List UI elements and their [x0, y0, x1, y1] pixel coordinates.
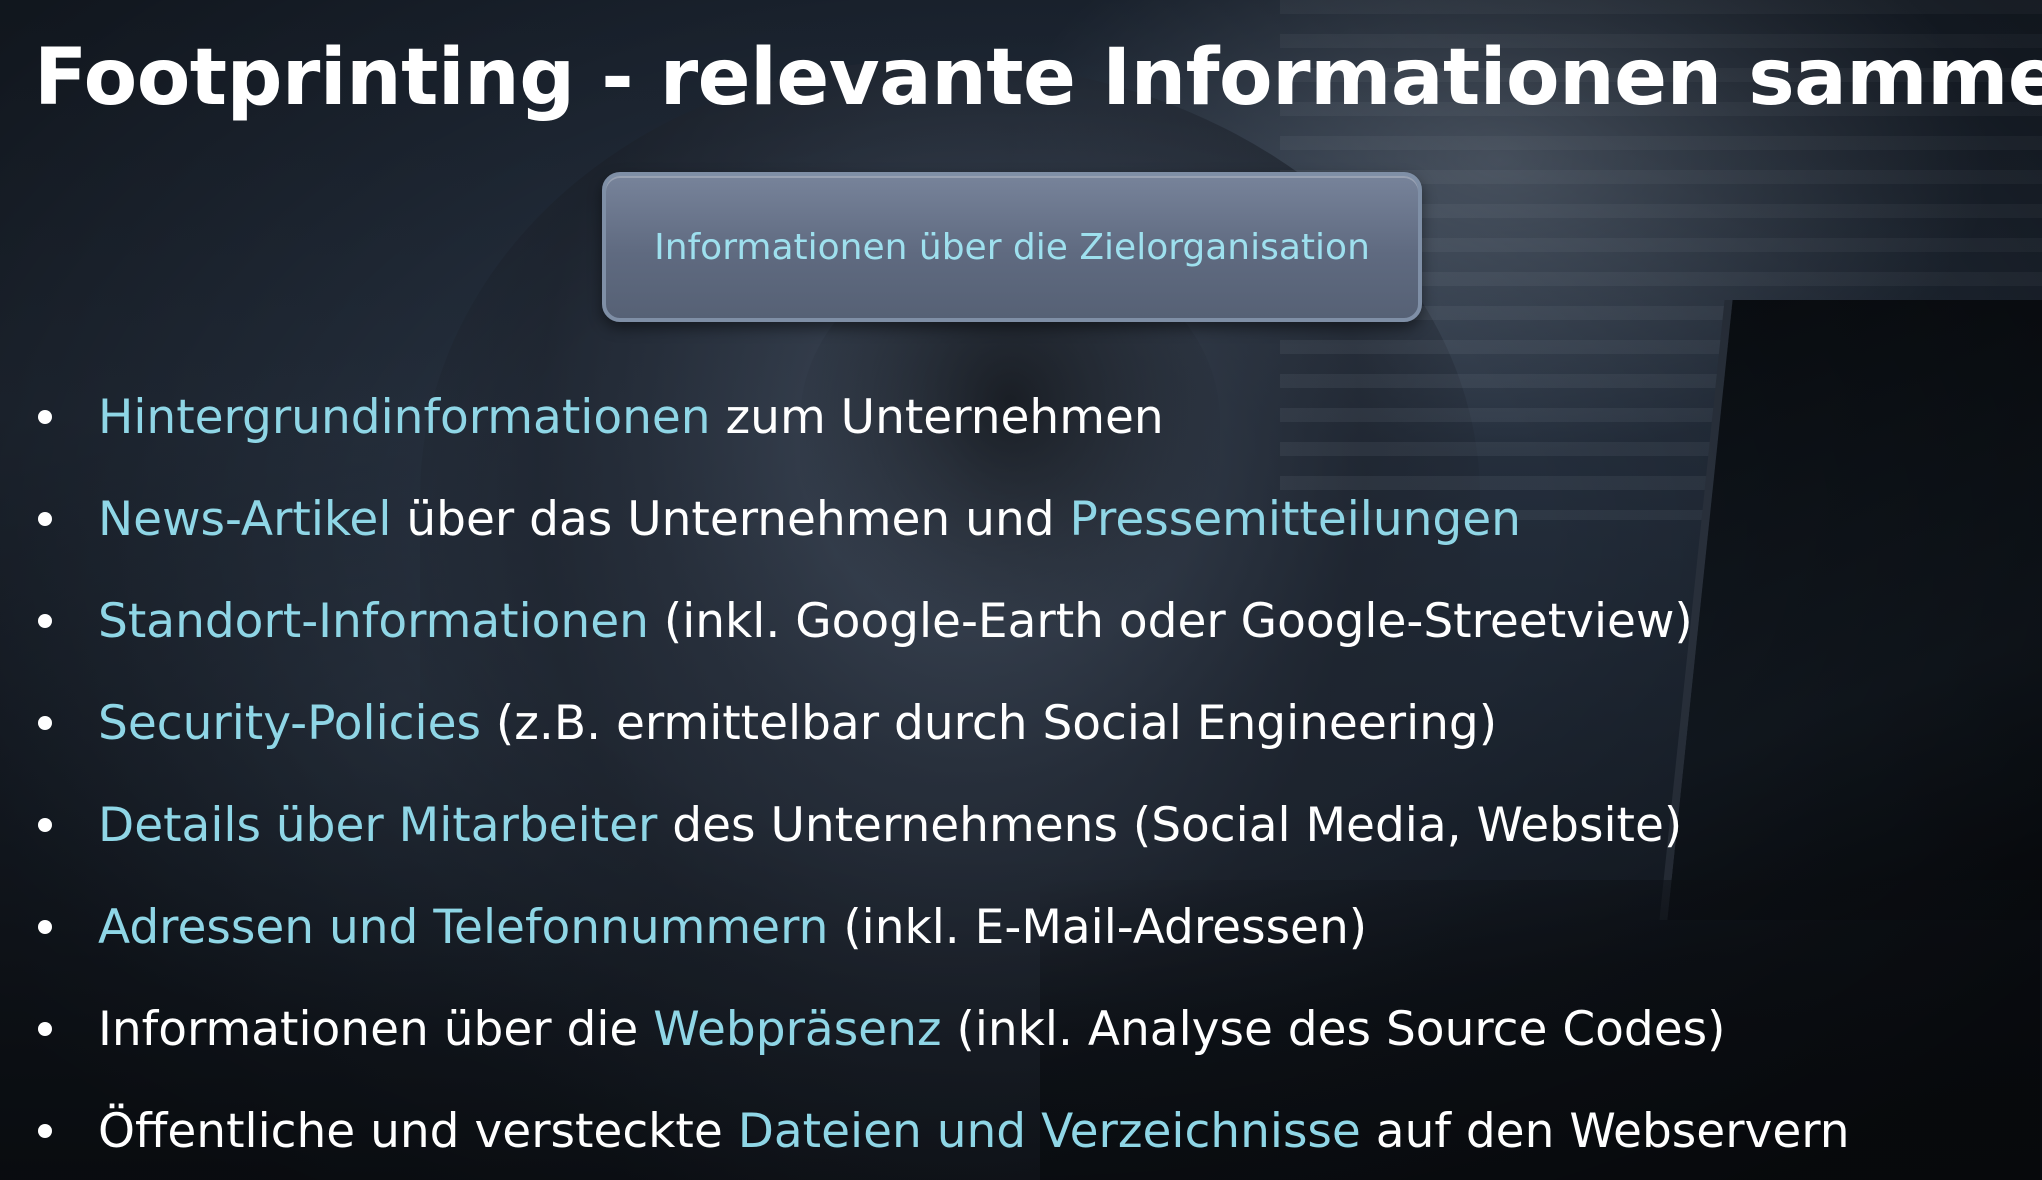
bullet-dot-icon	[38, 410, 52, 424]
highlighted-term: Hintergrundinformationen	[98, 389, 711, 445]
bullet-dot-icon	[38, 512, 52, 526]
bullet-text-segment: (inkl. Analyse des Source Codes)	[941, 1001, 1726, 1057]
bullet-item: News-Artikel über das Unternehmen und Pr…	[38, 468, 1850, 570]
bullet-text: Öffentliche und versteckte Dateien und V…	[98, 1104, 1850, 1159]
highlighted-term: Webpräsenz	[653, 1001, 942, 1057]
bullet-text: News-Artikel über das Unternehmen und Pr…	[98, 492, 1521, 547]
bullet-dot-icon	[38, 920, 52, 934]
bullet-item: Security-Policies (z.B. ermittelbar durc…	[38, 672, 1850, 774]
slide-title: Footprinting - relevante Informationen s…	[34, 33, 2042, 123]
bullet-text: Adressen und Telefonnummern (inkl. E-Mai…	[98, 900, 1367, 955]
bullet-text-segment: (z.B. ermittelbar durch Social Engineeri…	[480, 695, 1498, 751]
bullet-text: Security-Policies (z.B. ermittelbar durc…	[98, 696, 1497, 751]
bullet-text-segment: auf den Webservern	[1360, 1103, 1850, 1159]
highlighted-term: Standort-Informationen	[98, 593, 649, 649]
bullet-dot-icon	[38, 716, 52, 730]
bullet-dot-icon	[38, 818, 52, 832]
bullet-text-segment: über das Unternehmen und	[391, 491, 1070, 547]
bullet-dot-icon	[38, 1022, 52, 1036]
bullet-text-segment: des Unternehmens (Social Media, Website)	[657, 797, 1683, 853]
highlighted-term: Adressen und Telefonnummern	[98, 899, 829, 955]
bullet-text: Hintergrundinformationen zum Unternehmen	[98, 390, 1164, 445]
bullet-text-segment: Informationen über die	[98, 1001, 654, 1057]
bullet-item: Details über Mitarbeiter des Unternehmen…	[38, 774, 1850, 876]
highlighted-term: Dateien und Verzeichnisse	[737, 1103, 1361, 1159]
highlighted-term: Details über Mitarbeiter	[98, 797, 658, 853]
highlighted-term: News-Artikel	[98, 491, 392, 547]
bullet-dot-icon	[38, 614, 52, 628]
highlighted-term: Security-Policies	[98, 695, 481, 751]
bullet-text-segment: (inkl. Google-Earth oder Google-Streetvi…	[648, 593, 1693, 649]
bullet-text: Standort-Informationen (inkl. Google-Ear…	[98, 594, 1693, 649]
bullet-text: Informationen über die Webpräsenz (inkl.…	[98, 1002, 1726, 1057]
bullet-text-segment: Öffentliche und versteckte	[98, 1103, 738, 1159]
highlighted-term: Pressemitteilungen	[1069, 491, 1521, 547]
bullet-item: Informationen über die Webpräsenz (inkl.…	[38, 978, 1850, 1080]
bullet-text-segment: (inkl. E-Mail-Adressen)	[828, 899, 1368, 955]
bullet-list: Hintergrundinformationen zum Unternehmen…	[38, 366, 1850, 1180]
bullet-dot-icon	[38, 1124, 52, 1138]
bullet-text: Details über Mitarbeiter des Unternehmen…	[98, 798, 1682, 853]
bullet-item: Standort-Informationen (inkl. Google-Ear…	[38, 570, 1850, 672]
bullet-text-segment: zum Unternehmen	[710, 389, 1164, 445]
presentation-slide: Footprinting - relevante Informationen s…	[0, 0, 2042, 1180]
bullet-item: Hintergrundinformationen zum Unternehmen	[38, 366, 1850, 468]
topic-box-label: Informationen über die Zielorganisation	[654, 226, 1370, 268]
topic-box: Informationen über die Zielorganisation	[602, 172, 1422, 322]
bullet-item: Öffentliche und versteckte Dateien und V…	[38, 1080, 1850, 1180]
bullet-item: Adressen und Telefonnummern (inkl. E-Mai…	[38, 876, 1850, 978]
